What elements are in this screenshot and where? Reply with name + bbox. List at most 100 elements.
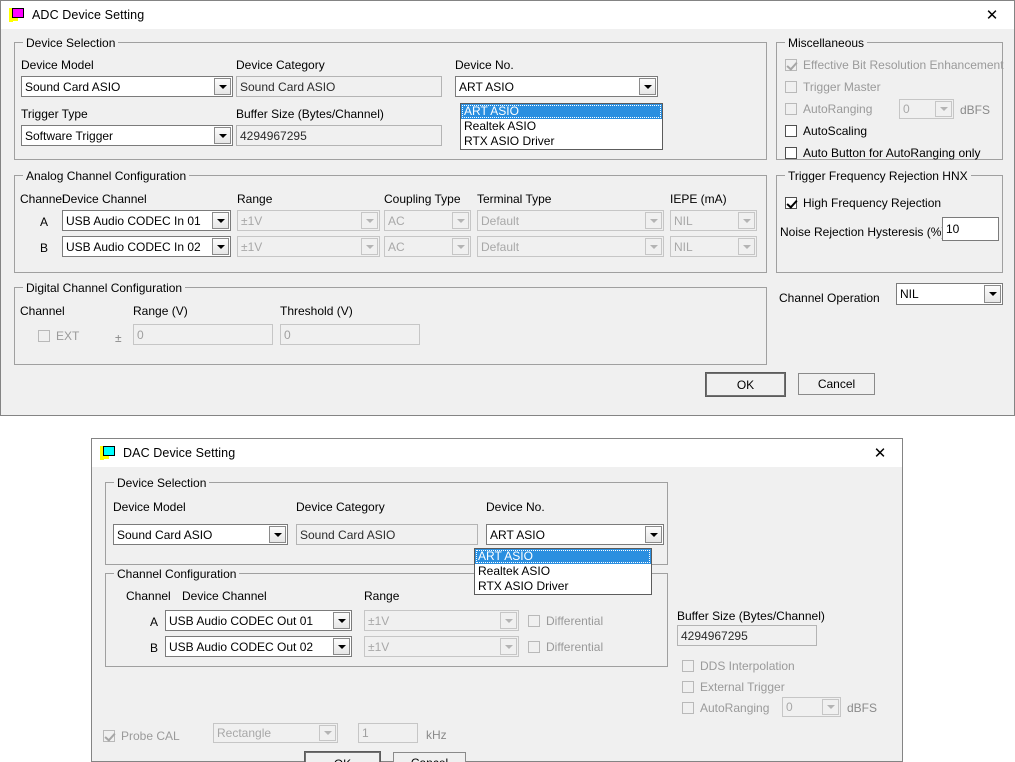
checkbox-icon xyxy=(682,660,694,672)
dac-probe-cal-checkbox: Probe CAL xyxy=(103,729,180,743)
adc-device-channel-combo-b[interactable]: USB Audio CODEC In 02 xyxy=(62,236,231,257)
dac-device-model-combo[interactable]: Sound Card ASIO xyxy=(113,524,288,545)
dac-device-model-label: Device Model xyxy=(113,500,186,514)
adc-ext-checkbox: EXT xyxy=(38,329,79,343)
adc-device-category-field: Sound Card ASIO xyxy=(236,76,442,97)
chevron-down-icon[interactable] xyxy=(984,285,1001,303)
chevron-down-icon xyxy=(361,212,378,229)
adc-device-no-option-1[interactable]: Realtek ASIO xyxy=(461,119,662,134)
adc-trigger-master-checkbox: Trigger Master xyxy=(785,80,881,94)
chevron-down-icon[interactable] xyxy=(645,526,662,543)
adc-device-no-option-0[interactable]: ART ASIO xyxy=(461,104,662,119)
adc-hysteresis-field[interactable]: 10 xyxy=(942,217,999,241)
adc-high-frequency-rejection-checkbox[interactable]: High Frequency Rejection xyxy=(785,196,941,210)
adc-channel-operation-label: Channel Operation xyxy=(779,291,880,305)
dac-device-category-field: Sound Card ASIO xyxy=(296,524,478,545)
dac-autoranging-value: 0 xyxy=(786,700,822,714)
chevron-down-icon xyxy=(319,725,336,741)
adc-high-frequency-rejection-label: High Frequency Rejection xyxy=(803,196,941,210)
adc-autoranging-label: AutoRanging xyxy=(803,102,872,116)
adc-close-icon[interactable]: ✕ xyxy=(970,1,1014,29)
adc-analog-channel-group: Analog Channel Configuration Channel Dev… xyxy=(14,175,767,273)
adc-trigger-type-combo[interactable]: Software Trigger xyxy=(21,125,233,146)
dac-frequency-value: 1 xyxy=(362,727,369,739)
adc-device-channel-combo-a[interactable]: USB Audio CODEC In 01 xyxy=(62,210,231,231)
adc-buffer-size-label: Buffer Size (Bytes/Channel) xyxy=(236,107,384,121)
adc-iepe-combo-b: NIL xyxy=(670,236,757,257)
dac-card-icon xyxy=(100,446,116,460)
adc-device-category-label: Device Category xyxy=(236,58,325,72)
dac-device-no-option-0[interactable]: ART ASIO xyxy=(475,549,651,564)
dac-buffer-size-field[interactable]: 4294967295 xyxy=(677,625,817,646)
dac-autoranging-checkbox: AutoRanging xyxy=(682,701,769,715)
adc-autoscaling-checkbox[interactable]: AutoScaling xyxy=(785,124,867,138)
chevron-down-icon[interactable] xyxy=(333,638,350,655)
dac-cancel-button[interactable]: Cancel xyxy=(393,752,466,762)
dac-dbfs-label: dBFS xyxy=(847,701,877,715)
chevron-down-icon[interactable] xyxy=(333,612,350,629)
chevron-down-icon[interactable] xyxy=(214,78,231,95)
chevron-down-icon[interactable] xyxy=(214,127,231,144)
adc-autoranging-value: 0 xyxy=(903,102,935,116)
chevron-down-icon[interactable] xyxy=(212,238,229,255)
dac-device-channel-combo-b[interactable]: USB Audio CODEC Out 02 xyxy=(165,636,352,657)
dac-device-channel-combo-a[interactable]: USB Audio CODEC Out 01 xyxy=(165,610,352,631)
adc-device-no-option-2[interactable]: RTX ASIO Driver xyxy=(461,134,662,149)
checkbox-icon[interactable] xyxy=(785,125,797,137)
checkbox-icon[interactable] xyxy=(785,147,797,159)
adc-plus-minus-symbol: ± xyxy=(115,331,122,345)
adc-client-area: Device Selection Device Model Sound Card… xyxy=(1,29,1014,415)
adc-trigger-master-label: Trigger Master xyxy=(803,80,881,94)
dac-device-no-combo[interactable]: ART ASIO xyxy=(486,524,664,545)
adc-auto-button-checkbox[interactable]: Auto Button for AutoRanging only xyxy=(785,146,980,160)
checkbox-icon xyxy=(528,641,540,653)
adc-device-no-value: ART ASIO xyxy=(459,80,639,94)
adc-window-title: ADC Device Setting xyxy=(32,8,144,22)
dac-device-no-label: Device No. xyxy=(486,500,545,514)
adc-device-no-dropdown[interactable]: ART ASIO Realtek ASIO RTX ASIO Driver xyxy=(460,103,663,150)
adc-device-channel-value-a: USB Audio CODEC In 01 xyxy=(66,214,212,228)
adc-device-setting-window: ADC Device Setting ✕ Device Selection De… xyxy=(0,0,1015,416)
dac-device-category-label: Device Category xyxy=(296,500,385,514)
dac-header-channel: Channel xyxy=(126,589,171,603)
adc-device-no-combo[interactable]: ART ASIO xyxy=(455,76,658,97)
adc-digital-threshold-field: 0 xyxy=(280,324,420,345)
adc-device-selection-title: Device Selection xyxy=(23,36,118,50)
dac-device-no-dropdown[interactable]: ART ASIO Realtek ASIO RTX ASIO Driver xyxy=(474,548,652,595)
chevron-down-icon xyxy=(500,612,517,629)
dac-table-row-label-a: A xyxy=(150,615,158,629)
chevron-down-icon xyxy=(738,238,755,255)
adc-terminal-value-b: Default xyxy=(481,240,645,254)
dac-autoranging-dbfs-combo: 0 xyxy=(782,697,841,717)
checkbox-icon xyxy=(785,59,797,71)
dac-device-no-option-2[interactable]: RTX ASIO Driver xyxy=(475,579,651,594)
dac-ok-button[interactable]: OK xyxy=(305,752,380,762)
dac-differential-checkbox-b: Differential xyxy=(528,640,603,654)
adc-titlebar: ADC Device Setting ✕ xyxy=(1,1,1014,29)
adc-channel-operation-combo[interactable]: NIL xyxy=(896,283,1003,305)
chevron-down-icon[interactable] xyxy=(269,526,286,543)
adc-analog-header-coupling: Coupling Type xyxy=(384,192,461,206)
adc-buffer-size-field[interactable]: 4294967295 xyxy=(236,125,442,146)
adc-coupling-value-a: AC xyxy=(388,214,452,228)
adc-device-model-combo[interactable]: Sound Card ASIO xyxy=(21,76,233,97)
dac-close-icon[interactable]: ✕ xyxy=(858,439,902,467)
chevron-down-icon[interactable] xyxy=(212,212,229,229)
chevron-down-icon xyxy=(452,238,469,255)
checkbox-icon[interactable] xyxy=(785,197,797,209)
adc-coupling-combo-b: AC xyxy=(384,236,471,257)
adc-cancel-button[interactable]: Cancel xyxy=(798,373,875,395)
dac-differential-label-a: Differential xyxy=(546,614,603,628)
dac-client-area: Device Selection Device Model Sound Card… xyxy=(92,467,902,761)
dac-dds-interpolation-checkbox: DDS Interpolation xyxy=(682,659,795,673)
checkbox-icon xyxy=(528,615,540,627)
dac-device-no-option-1[interactable]: Realtek ASIO xyxy=(475,564,651,579)
adc-effective-bit-label: Effective Bit Resolution Enhancement xyxy=(803,58,1004,72)
adc-ok-button[interactable]: OK xyxy=(706,373,785,396)
adc-terminal-combo-b: Default xyxy=(477,236,664,257)
chevron-down-icon xyxy=(361,238,378,255)
adc-trigger-type-value: Software Trigger xyxy=(25,129,214,143)
checkbox-icon xyxy=(38,330,50,342)
adc-iepe-combo-a: NIL xyxy=(670,210,757,231)
chevron-down-icon[interactable] xyxy=(639,78,656,95)
